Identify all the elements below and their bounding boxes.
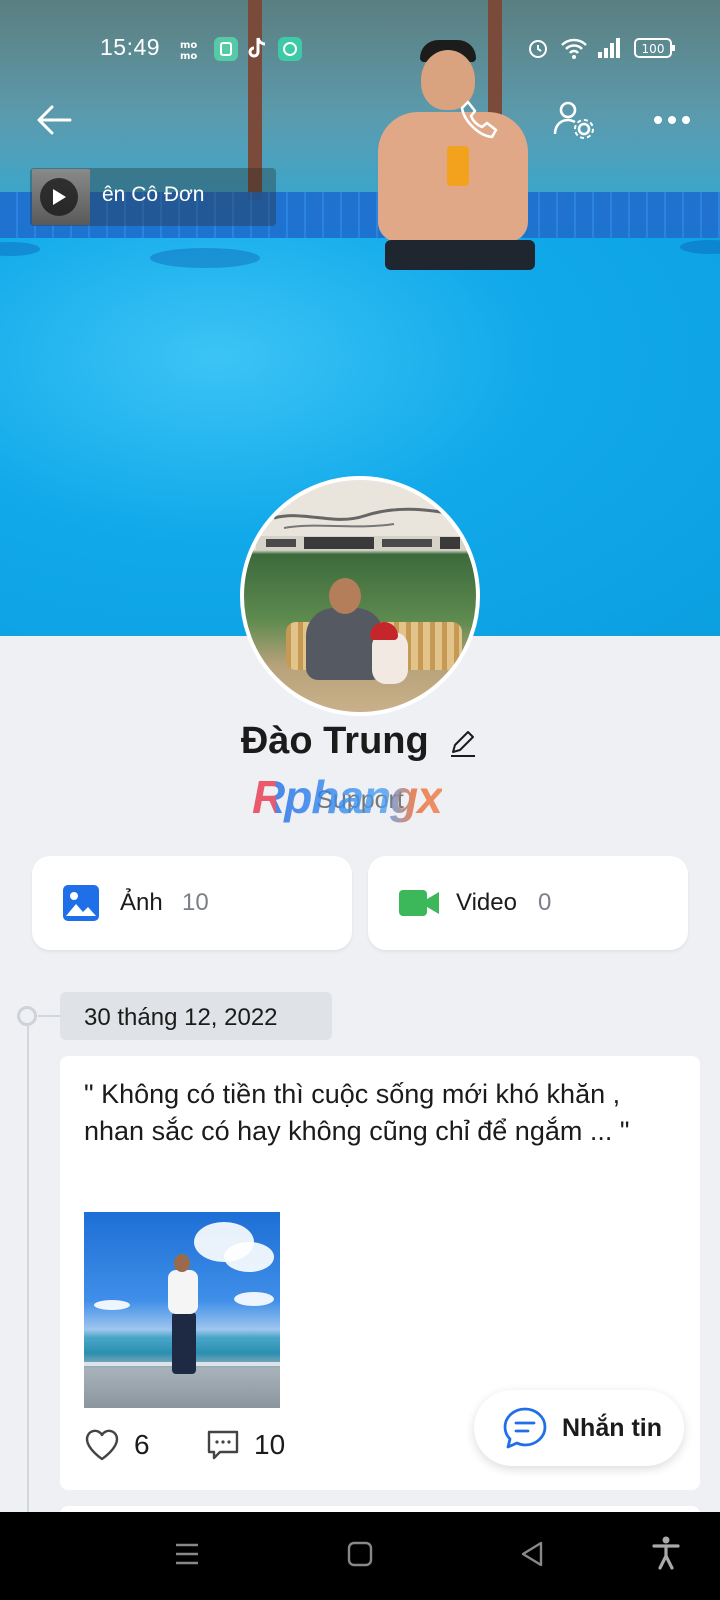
message-button[interactable]: Nhắn tin bbox=[474, 1390, 684, 1466]
message-label: Nhắn tin bbox=[562, 1414, 662, 1442]
avatar-sign bbox=[256, 532, 472, 559]
profile-settings-button[interactable] bbox=[550, 96, 598, 144]
photos-label: Ảnh bbox=[120, 889, 163, 916]
avatar-person-head bbox=[329, 578, 361, 614]
signal-icon bbox=[596, 36, 622, 60]
svg-text:mo: mo bbox=[180, 51, 197, 60]
back-arrow-icon bbox=[37, 105, 72, 135]
phone-icon bbox=[460, 100, 498, 139]
timeline-line bbox=[27, 1016, 29, 1516]
video-icon bbox=[398, 884, 440, 927]
comment-icon bbox=[207, 1430, 239, 1460]
like-count: 6 bbox=[134, 1429, 150, 1460]
alarm-icon bbox=[526, 36, 550, 60]
profile-name: Đào Trung bbox=[240, 720, 429, 762]
profile-music[interactable]: ên Cô Đơn bbox=[30, 168, 276, 226]
svg-text:mo: mo bbox=[180, 40, 197, 51]
status-bar: 15:49 mo mo 100 bbox=[0, 30, 720, 66]
photo-icon bbox=[62, 884, 100, 927]
wifi-icon bbox=[560, 36, 588, 60]
call-button[interactable] bbox=[456, 96, 504, 144]
photos-count: 10 bbox=[182, 889, 209, 916]
photos-card[interactable]: Ảnh 10 bbox=[32, 856, 352, 950]
system-nav-bar bbox=[0, 1512, 720, 1600]
back-button[interactable] bbox=[30, 96, 78, 144]
app-icon bbox=[214, 37, 238, 61]
play-icon bbox=[53, 189, 66, 205]
videos-card[interactable]: Video 0 bbox=[368, 856, 688, 950]
tiktok-icon bbox=[246, 36, 268, 60]
like-button[interactable]: 6 bbox=[84, 1428, 150, 1462]
heart-icon bbox=[85, 1429, 119, 1461]
comment-button[interactable]: 10 bbox=[206, 1428, 285, 1462]
post-text: " Không có tiền thì cuộc sống mới khó kh… bbox=[84, 1079, 630, 1146]
home-button[interactable] bbox=[346, 1540, 374, 1573]
music-play-button[interactable] bbox=[40, 178, 78, 216]
momo-icon: mo mo bbox=[180, 38, 204, 62]
comment-count: 10 bbox=[254, 1429, 286, 1460]
user-settings-icon bbox=[553, 101, 594, 139]
chat-icon bbox=[278, 37, 302, 61]
music-title: ên Cô Đơn bbox=[102, 183, 205, 206]
home-square-icon bbox=[347, 1541, 373, 1567]
avatar[interactable] bbox=[240, 476, 480, 716]
accessibility-icon bbox=[652, 1536, 680, 1570]
videos-label: Video bbox=[456, 889, 517, 916]
battery-icon: 100 bbox=[634, 37, 676, 61]
ripple bbox=[150, 248, 260, 268]
watermark-logo: Rphangx bbox=[252, 771, 443, 823]
post-image[interactable] bbox=[84, 1212, 280, 1408]
pencil-icon bbox=[451, 730, 476, 757]
menu-icon bbox=[176, 1543, 198, 1565]
battery-level: 100 bbox=[642, 42, 665, 56]
more-dots-icon bbox=[654, 116, 690, 124]
post-date: 30 tháng 12, 2022 bbox=[60, 992, 332, 1040]
status-time: 15:49 bbox=[100, 34, 161, 60]
message-icon bbox=[502, 1406, 548, 1455]
recent-apps-button[interactable] bbox=[174, 1540, 200, 1573]
system-back-button[interactable] bbox=[518, 1540, 546, 1573]
timeline-connector bbox=[38, 1015, 60, 1017]
accessibility-button[interactable] bbox=[652, 1536, 680, 1575]
back-triangle-icon bbox=[521, 1541, 543, 1567]
more-button[interactable] bbox=[648, 96, 696, 144]
profile-name-row: Đào Trung bbox=[0, 720, 720, 763]
videos-count: 0 bbox=[538, 889, 552, 916]
edit-name-button[interactable] bbox=[447, 726, 479, 758]
timeline-dot bbox=[17, 1006, 37, 1026]
